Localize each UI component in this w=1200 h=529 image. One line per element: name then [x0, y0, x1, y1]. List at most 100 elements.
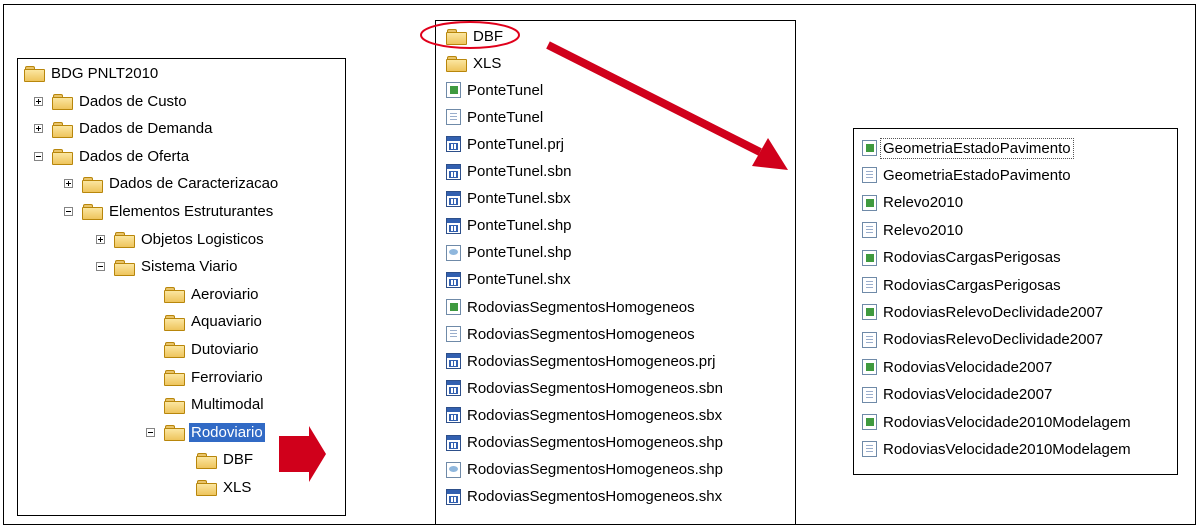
item-label: RodoviasSegmentosHomogeneos.shp — [467, 434, 723, 451]
file-item[interactable]: RodoviasSegmentosHomogeneos.sbn — [446, 377, 725, 399]
folder-icon — [52, 121, 73, 138]
item-label: GeometriaEstadoPavimento — [880, 137, 1074, 159]
spreadsheet-icon — [862, 304, 877, 321]
item-label: PonteTunel — [467, 81, 544, 99]
expand-icon[interactable] — [64, 179, 73, 189]
folder-icon — [446, 55, 467, 73]
tree-item[interactable]: Rodoviario — [146, 421, 265, 443]
item-label: DBF — [473, 27, 503, 45]
collapse-icon[interactable] — [96, 262, 105, 272]
data-file-icon — [446, 353, 461, 370]
file-item[interactable]: RodoviasSegmentosHomogeneos.shp — [446, 459, 725, 481]
item-label: Sistema Viario — [141, 258, 238, 276]
tree-item[interactable]: Dutoviario — [146, 338, 261, 360]
tree-item[interactable]: Aeroviario — [146, 283, 261, 305]
item-label: RodoviasSegmentosHomogeneos.sbn — [467, 379, 723, 397]
item-label: Relevo2010 — [883, 194, 964, 212]
file-item[interactable]: PonteTunel.sbn — [446, 161, 574, 183]
text-document-icon — [862, 277, 877, 293]
output-file-item[interactable]: Relevo2010 — [862, 219, 965, 241]
tree-item[interactable]: Dados de Custo — [34, 90, 189, 112]
folder-icon — [114, 259, 135, 276]
folder-icon — [52, 93, 73, 110]
item-label: RodoviasSegmentosHomogeneos — [467, 325, 695, 343]
text-document-icon — [862, 386, 877, 403]
item-label: XLS — [473, 54, 502, 72]
spreadsheet-icon — [446, 299, 461, 315]
folder-icon — [164, 397, 185, 414]
item-label: Dados de Custo — [79, 92, 187, 110]
file-item[interactable]: RodoviasSegmentosHomogeneos.sbx — [446, 404, 724, 426]
file-item[interactable]: PonteTunel.prj — [446, 133, 566, 155]
file-item[interactable]: PonteTunel.sbx — [446, 188, 573, 210]
item-label: Elementos Estruturantes — [109, 202, 274, 220]
tree-item[interactable]: DBF — [178, 449, 255, 471]
file-item[interactable]: RodoviasSegmentosHomogeneos.shp — [446, 432, 725, 454]
output-file-item[interactable]: RodoviasCargasPerigosas — [862, 247, 1063, 269]
item-label: RodoviasRelevoDeclividade2007 — [883, 331, 1104, 349]
tree-item[interactable]: BDG PNLT2010 — [24, 62, 160, 84]
output-file-item[interactable]: GeometriaEstadoPavimento — [862, 137, 1074, 159]
item-label: PonteTunel.sbn — [467, 163, 572, 180]
item-label: RodoviasSegmentosHomogeneos.shp — [467, 461, 723, 479]
item-label: RodoviasSegmentosHomogeneos — [467, 298, 695, 316]
output-file-item[interactable]: RodoviasVelocidade2010Modelagem — [862, 438, 1133, 460]
file-item[interactable]: PonteTunel.shx — [446, 269, 573, 291]
file-item[interactable]: RodoviasSegmentosHomogeneos.shx — [446, 486, 724, 508]
file-item[interactable]: PonteTunel — [446, 79, 545, 101]
text-document-icon — [862, 167, 877, 184]
output-file-item[interactable]: RodoviasVelocidade2007 — [862, 384, 1054, 406]
file-item[interactable]: XLS — [446, 52, 503, 74]
tree-item[interactable]: Dados de Demanda — [34, 118, 214, 140]
folder-icon — [82, 176, 103, 193]
item-label: DBF — [223, 451, 253, 469]
expand-icon[interactable] — [34, 124, 43, 134]
output-file-item[interactable]: RodoviasCargasPerigosas — [862, 274, 1063, 296]
tree-item[interactable]: Ferroviario — [146, 366, 265, 388]
spreadsheet-icon — [862, 140, 877, 156]
folder-tree-panel: BDG PNLT2010 Dados de Custo Dados de Deman… — [17, 58, 346, 516]
tree-item[interactable]: Sistema Viario — [96, 256, 239, 278]
output-file-item[interactable]: RodoviasVelocidade2007 — [862, 356, 1054, 378]
tree-item[interactable]: Elementos Estruturantes — [64, 200, 275, 222]
item-label: Ferroviario — [191, 368, 263, 386]
spreadsheet-icon — [862, 194, 877, 211]
output-file-item[interactable]: Relevo2010 — [862, 192, 965, 214]
output-file-item[interactable]: RodoviasRelevoDeclividade2007 — [862, 329, 1105, 351]
spreadsheet-icon — [862, 414, 877, 430]
item-label: RodoviasCargasPerigosas — [883, 249, 1061, 267]
tree-item[interactable]: Aquaviario — [146, 311, 264, 333]
xml-file-icon — [446, 244, 461, 261]
file-item[interactable]: PonteTunel — [446, 106, 545, 128]
file-item[interactable]: RodoviasSegmentosHomogeneos — [446, 323, 697, 345]
folder-icon — [164, 341, 185, 359]
file-item[interactable]: PonteTunel.shp — [446, 242, 574, 264]
tree-item[interactable]: Dados de Oferta — [34, 145, 191, 167]
file-item[interactable]: DBF — [446, 25, 505, 47]
item-label: PonteTunel — [467, 108, 544, 126]
collapse-icon[interactable] — [64, 206, 73, 216]
file-item[interactable]: RodoviasSegmentosHomogeneos — [446, 296, 697, 318]
data-file-icon — [446, 407, 461, 424]
data-file-icon — [446, 217, 461, 234]
item-label: PonteTunel.sbx — [467, 190, 571, 208]
output-file-item[interactable]: GeometriaEstadoPavimento — [862, 164, 1073, 186]
file-item[interactable]: RodoviasSegmentosHomogeneos.prj — [446, 350, 717, 372]
collapse-icon[interactable] — [146, 427, 155, 437]
tree-item[interactable]: Dados de Caracterizacao — [64, 173, 280, 195]
tree-item[interactable]: Multimodal — [146, 394, 266, 416]
folder-icon — [24, 65, 45, 82]
collapse-icon[interactable] — [34, 151, 43, 161]
folder-icon — [196, 479, 217, 497]
expand-icon[interactable] — [34, 96, 43, 106]
text-document-icon — [862, 222, 877, 239]
output-file-item[interactable]: RodoviasRelevoDeclividade2007 — [862, 301, 1105, 323]
item-label: RodoviasVelocidade2007 — [883, 386, 1053, 404]
tree-item[interactable]: Objetos Logisticos — [96, 228, 266, 250]
item-label: RodoviasVelocidade2010Modelagem — [883, 440, 1131, 458]
output-file-item[interactable]: RodoviasVelocidade2010Modelagem — [862, 411, 1133, 433]
file-item[interactable]: PonteTunel.shp — [446, 215, 574, 237]
tree-item[interactable]: XLS — [178, 476, 253, 498]
expand-icon[interactable] — [96, 234, 105, 244]
text-document-icon — [862, 331, 877, 348]
